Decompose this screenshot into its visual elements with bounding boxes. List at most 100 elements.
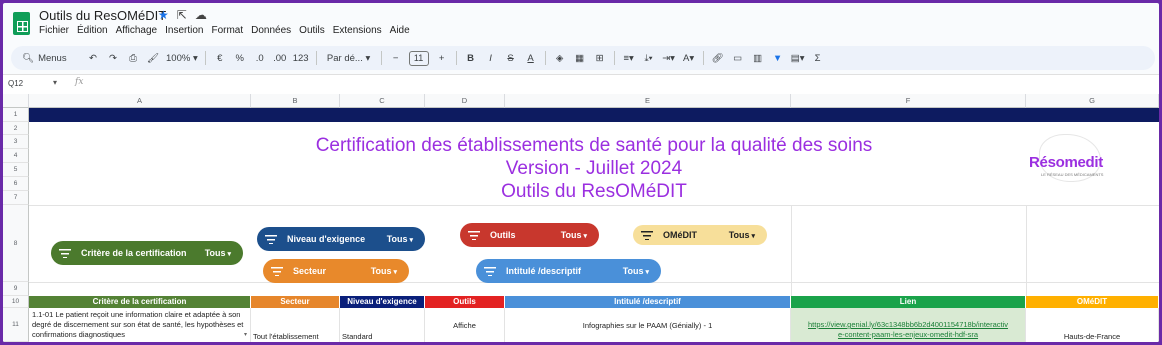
name-box[interactable]: Q12 (8, 79, 23, 88)
row-header-5[interactable]: 5 (3, 163, 29, 177)
lien-link-line2[interactable]: e-content-paam-les-enjeux-omedit-hdf-sra (791, 330, 1025, 340)
fill-color-icon[interactable]: ◈ (553, 49, 567, 67)
header-omedit[interactable]: OMéDIT (1026, 296, 1159, 308)
filter-views-icon[interactable]: ▤▾ (791, 49, 805, 67)
filter-chip-intitule[interactable]: Intitulé /descriptif Tous (476, 259, 661, 283)
font-size-decrease-icon[interactable]: − (389, 49, 403, 67)
cell-secteur[interactable]: Tout l'établissement (251, 308, 340, 342)
row-header-10[interactable]: 10 (3, 296, 29, 308)
menu-aide[interactable]: Aide (390, 25, 410, 36)
bold-button[interactable]: B (464, 49, 478, 67)
insert-comment-icon[interactable]: ▭ (731, 49, 745, 67)
filter-chip-secteur[interactable]: Secteur Tous (263, 259, 409, 283)
currency-format-button[interactable]: € (213, 49, 227, 67)
column-header-c[interactable]: C (340, 94, 425, 108)
vertical-align-icon[interactable]: ⤓▾ (642, 49, 656, 67)
font-size-increase-icon[interactable]: + (435, 49, 449, 67)
strikethrough-icon[interactable]: S (504, 49, 518, 67)
merge-cells-icon[interactable]: ⊞ (593, 49, 607, 67)
chevron-down-icon[interactable]: ▾ (244, 330, 247, 340)
percent-format-button[interactable]: % (233, 49, 247, 67)
row-header-11[interactable]: 11 (3, 308, 29, 342)
cell-outil[interactable]: Affiche (425, 308, 505, 342)
column-header-d[interactable]: D (425, 94, 505, 108)
column-header-b[interactable]: B (251, 94, 340, 108)
row-header-3[interactable]: 3 (3, 135, 29, 149)
row-header-9[interactable]: 9 (3, 282, 29, 296)
filter-chip-critere[interactable]: Critère de la certification Tous (51, 241, 243, 265)
borders-icon[interactable]: ▦ (573, 49, 587, 67)
column-header-f[interactable]: F (791, 94, 1026, 108)
cell-omedit[interactable]: Hauts-de-France (1026, 308, 1159, 342)
column-header-e[interactable]: E (505, 94, 791, 108)
cell-niveau[interactable]: Standard (340, 308, 425, 342)
filter-icon (484, 266, 496, 276)
chevron-down-icon[interactable]: ▾ (53, 78, 57, 87)
print-icon[interactable]: ⎙ (126, 49, 140, 67)
text-color-icon[interactable]: A (524, 49, 538, 67)
number-format-button[interactable]: 123 (293, 49, 309, 67)
lien-link-line1[interactable]: https://view.genial.ly/63c1348bb6b2d4001… (791, 320, 1025, 330)
document-title[interactable]: Outils du ResOMéDIT (39, 8, 166, 23)
filter-value: Tous (371, 266, 397, 276)
filter-label: Secteur (293, 266, 327, 276)
increase-decimal-button[interactable]: .00 (273, 49, 287, 67)
column-header-a[interactable]: A (29, 94, 251, 108)
menu-affichage[interactable]: Affichage (116, 25, 158, 36)
toolbar-divider (204, 51, 206, 65)
text-wrap-icon[interactable]: ⇥▾ (662, 49, 676, 67)
column-divider (791, 205, 792, 296)
horizontal-align-icon[interactable]: ≡▾ (622, 49, 636, 67)
decrease-decimal-button[interactable]: .0 (253, 49, 267, 67)
header-lien[interactable]: Lien (791, 296, 1026, 308)
menu-extensions[interactable]: Extensions (333, 25, 382, 36)
move-folder-icon[interactable]: ⇱ (177, 8, 187, 22)
font-size-input[interactable]: 11 (408, 50, 429, 66)
cloud-status-icon[interactable]: ☁ (195, 8, 207, 22)
row-header-7[interactable]: 7 (3, 191, 29, 205)
row-header-4[interactable]: 4 (3, 149, 29, 163)
header-outils[interactable]: Outils (425, 296, 505, 308)
cell-lien[interactable]: https://view.genial.ly/63c1348bb6b2d4001… (791, 308, 1026, 342)
redo-icon[interactable]: ↷ (106, 49, 120, 67)
filter-icon[interactable]: ▼ (771, 49, 785, 67)
header-secteur[interactable]: Secteur (251, 296, 340, 308)
row-header-1[interactable]: 1 (3, 108, 29, 122)
row-header-2[interactable]: 2 (3, 122, 29, 135)
insert-link-icon[interactable]: 🔗︎ (711, 49, 725, 67)
paint-format-icon[interactable]: 🖌︎ (146, 49, 160, 67)
star-icon[interactable]: ★ (158, 8, 169, 22)
menu-fichier[interactable]: Fichier (39, 25, 69, 36)
header-intitule[interactable]: Intitulé /descriptif (505, 296, 791, 308)
menu-insertion[interactable]: Insertion (165, 25, 203, 36)
header-niveau[interactable]: Niveau d'exigence (340, 296, 425, 308)
font-select[interactable]: Par dé... ▾ (324, 49, 374, 67)
cell-intitule[interactable]: Infographies sur le PAAM (Génially) - 1 (505, 308, 791, 342)
text-rotation-icon[interactable]: A▾ (682, 49, 696, 67)
row-divider (29, 205, 1159, 206)
italic-button[interactable]: I (484, 49, 498, 67)
header-critere[interactable]: Critère de la certification (29, 296, 251, 308)
row-header-6[interactable]: 6 (3, 177, 29, 191)
filter-chip-omedit[interactable]: OMéDIT Tous (633, 225, 767, 245)
filter-icon (265, 234, 277, 244)
column-header-g[interactable]: G (1026, 94, 1159, 108)
cell-critere[interactable]: 1.1-01 Le patient reçoit une information… (29, 308, 251, 342)
insert-chart-icon[interactable]: ▥ (751, 49, 765, 67)
menu-edition[interactable]: Édition (77, 25, 108, 36)
undo-icon[interactable]: ↶ (86, 49, 100, 67)
sheets-logo-icon[interactable] (13, 12, 30, 35)
spreadsheet-grid[interactable]: A B C D E F G 1 2 3 4 5 6 7 8 9 10 11 Ce… (3, 94, 1159, 342)
menus-search-button[interactable]: 🔍︎ Menus (22, 49, 80, 67)
zoom-select[interactable]: 100% ▾ (166, 49, 198, 67)
menu-format[interactable]: Format (211, 25, 243, 36)
sheet-title: Certification des établissements de sant… (29, 134, 1159, 203)
row-header-8[interactable]: 8 (3, 205, 29, 282)
filter-label: Niveau d'exigence (287, 234, 366, 244)
filter-chip-niveau[interactable]: Niveau d'exigence Tous (257, 227, 425, 251)
menu-outils[interactable]: Outils (299, 25, 325, 36)
menu-donnees[interactable]: Données (251, 25, 291, 36)
select-all-corner[interactable] (3, 94, 29, 108)
functions-button[interactable]: Σ (811, 49, 825, 67)
filter-chip-outils[interactable]: Outils Tous (460, 223, 599, 247)
